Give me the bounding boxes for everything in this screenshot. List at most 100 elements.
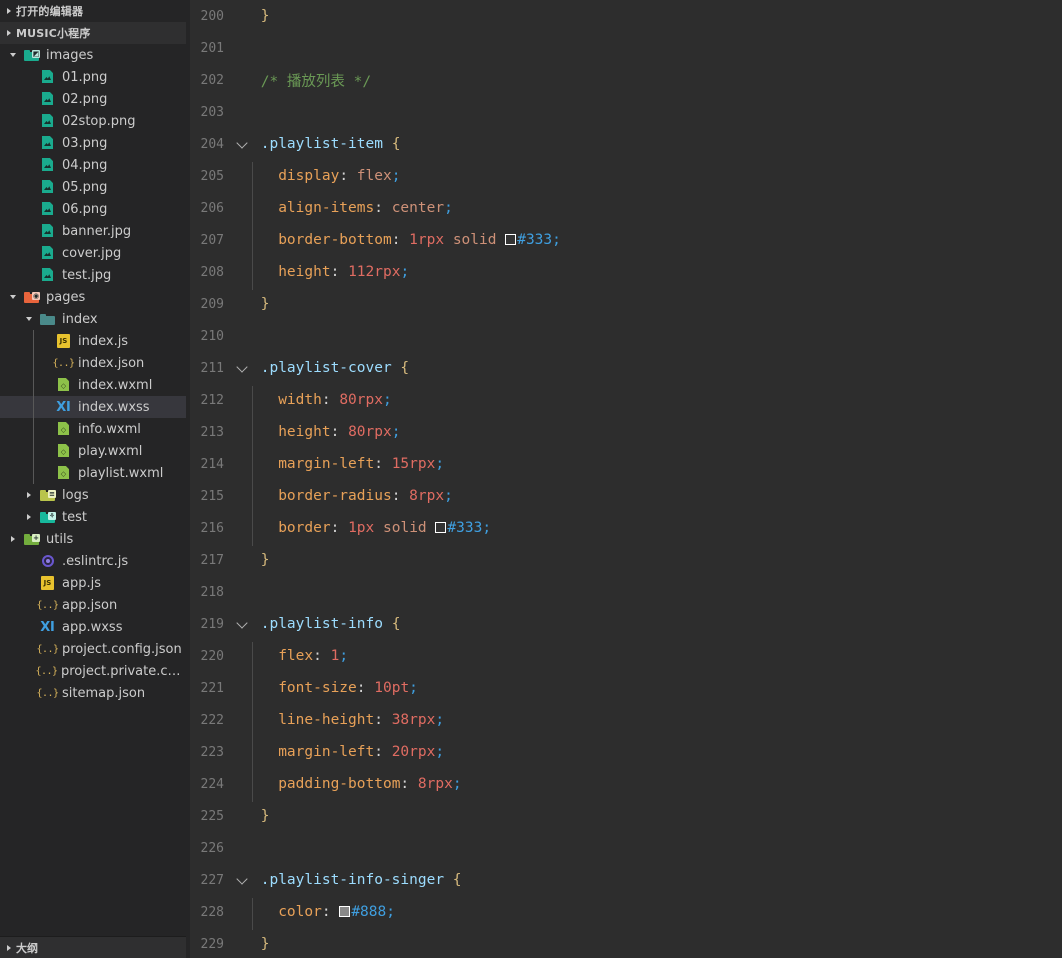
code-line[interactable]: 221 font-size: 10pt; [186, 672, 1062, 706]
code-content[interactable]: 200 } 201 202 /* 播放列表 */ 203 204 .playlist-i… [186, 0, 1062, 958]
code-text[interactable]: } [252, 936, 1062, 952]
tree-folder-pages[interactable]: ◉ pages [0, 286, 186, 308]
code-text[interactable]: border: 1px solid #333; [252, 514, 1062, 546]
code-line[interactable]: 212 width: 80rpx; [186, 384, 1062, 418]
code-text[interactable]: } [252, 8, 1062, 24]
code-line[interactable]: 203 [186, 96, 1062, 128]
chevron-right-icon[interactable] [4, 942, 16, 954]
code-line[interactable]: 225 } [186, 800, 1062, 832]
chevron-down-icon[interactable] [8, 291, 20, 303]
code-line[interactable]: 229 } [186, 928, 1062, 958]
open-editors-section-header[interactable]: 打开的编辑器 [0, 0, 186, 22]
project-section-header[interactable]: MUSIC小程序 [0, 22, 186, 44]
tree-folder-logs[interactable]: ≡ logs [0, 484, 186, 506]
tree-file-cover-jpg[interactable]: cover.jpg [0, 242, 186, 264]
code-line[interactable]: 217 } [186, 544, 1062, 576]
code-line[interactable]: 227 .playlist-info-singer { [186, 864, 1062, 896]
code-line[interactable]: 208 height: 112rpx; [186, 256, 1062, 290]
tree-file-project-private-config-js-[interactable]: {..}project.private.config.js… [0, 660, 186, 682]
outline-section-header[interactable]: 大纲 [0, 936, 186, 958]
tree-file-app-wxss[interactable]: Ⅺapp.wxss [0, 616, 186, 638]
code-line[interactable]: 218 [186, 576, 1062, 608]
tree-file-index-wxss[interactable]: Ⅺindex.wxss [0, 396, 186, 418]
code-line[interactable]: 202 /* 播放列表 */ [186, 64, 1062, 96]
tree-folder-utils[interactable]: + utils [0, 528, 186, 550]
code-line[interactable]: 220 flex: 1; [186, 640, 1062, 674]
fold-chevron-down-icon[interactable] [234, 608, 252, 640]
code-line[interactable]: 224 padding-bottom: 8rpx; [186, 768, 1062, 802]
code-text[interactable]: width: 80rpx; [252, 386, 1062, 418]
tree-file--eslintrc-js[interactable]: .eslintrc.js [0, 550, 186, 572]
code-text[interactable]: margin-left: 15rpx; [252, 450, 1062, 482]
tree-file-info-wxml[interactable]: ◇ info.wxml [0, 418, 186, 440]
code-line[interactable]: 226 [186, 832, 1062, 864]
tree-file-02stop-png[interactable]: 02stop.png [0, 110, 186, 132]
color-swatch[interactable] [339, 906, 351, 917]
tree-folder-images[interactable]: ◩ images [0, 44, 186, 66]
chevron-right-icon[interactable] [24, 489, 36, 501]
code-text[interactable]: font-size: 10pt; [252, 674, 1062, 706]
fold-chevron-down-icon[interactable] [234, 864, 252, 896]
code-editor[interactable]: 200 } 201 202 /* 播放列表 */ 203 204 .playlist-i… [186, 0, 1062, 958]
code-text[interactable]: .playlist-item { [252, 136, 1062, 152]
code-line[interactable]: 200 } [186, 0, 1062, 32]
code-text[interactable]: } [252, 808, 1062, 824]
tree-file-test-jpg[interactable]: test.jpg [0, 264, 186, 286]
color-swatch[interactable] [435, 522, 447, 533]
tree-file-app-json[interactable]: {..} app.json [0, 594, 186, 616]
code-text[interactable]: .playlist-info-singer { [252, 872, 1062, 888]
code-line[interactable]: 213 height: 80rpx; [186, 416, 1062, 450]
fold-chevron-down-icon[interactable] [234, 352, 252, 384]
code-line[interactable]: 223 margin-left: 20rpx; [186, 736, 1062, 770]
tree-file-sitemap-json[interactable]: {..} sitemap.json [0, 682, 186, 704]
chevron-right-icon[interactable] [4, 27, 16, 39]
code-text[interactable]: height: 112rpx; [252, 258, 1062, 290]
tree-file-project-config-json[interactable]: {..} project.config.json [0, 638, 186, 660]
tree-file-app-js[interactable]: JS app.js [0, 572, 186, 594]
tree-file-index-wxml[interactable]: ◇ index.wxml [0, 374, 186, 396]
code-text[interactable]: flex: 1; [252, 642, 1062, 674]
code-line[interactable]: 228 color: #888; [186, 896, 1062, 930]
tree-file-banner-jpg[interactable]: banner.jpg [0, 220, 186, 242]
chevron-down-icon[interactable] [24, 313, 36, 325]
code-text[interactable]: .playlist-cover { [252, 360, 1062, 376]
tree-file-06-png[interactable]: 06.png [0, 198, 186, 220]
fold-chevron-down-icon[interactable] [234, 128, 252, 160]
tree-folder-test[interactable]: ⚘ test [0, 506, 186, 528]
code-text[interactable]: padding-bottom: 8rpx; [252, 770, 1062, 802]
code-line[interactable]: 201 [186, 32, 1062, 64]
tree-file-playlist-wxml[interactable]: ◇ playlist.wxml [0, 462, 186, 484]
tree-file-01-png[interactable]: 01.png [0, 66, 186, 88]
code-line[interactable]: 215 border-radius: 8rpx; [186, 480, 1062, 514]
tree-file-03-png[interactable]: 03.png [0, 132, 186, 154]
code-text[interactable]: .playlist-info { [252, 616, 1062, 632]
tree-file-05-png[interactable]: 05.png [0, 176, 186, 198]
code-text[interactable]: height: 80rpx; [252, 418, 1062, 450]
tree-file-02-png[interactable]: 02.png [0, 88, 186, 110]
chevron-right-icon[interactable] [8, 533, 20, 545]
chevron-right-icon[interactable] [4, 5, 16, 17]
code-text[interactable]: align-items: center; [252, 194, 1062, 226]
code-text[interactable]: color: #888; [252, 898, 1062, 930]
code-text[interactable]: /* 播放列表 */ [252, 70, 1062, 91]
code-text[interactable]: } [252, 552, 1062, 568]
color-swatch[interactable] [505, 234, 517, 245]
code-line[interactable]: 207 border-bottom: 1rpx solid #333; [186, 224, 1062, 258]
code-text[interactable]: border-bottom: 1rpx solid #333; [252, 226, 1062, 258]
tree-file-index-js[interactable]: JS index.js [0, 330, 186, 352]
tree-folder-index[interactable]: index [0, 308, 186, 330]
code-text[interactable]: border-radius: 8rpx; [252, 482, 1062, 514]
code-line[interactable]: 219 .playlist-info { [186, 608, 1062, 640]
code-text[interactable]: } [252, 296, 1062, 312]
code-line[interactable]: 210 [186, 320, 1062, 352]
code-line[interactable]: 214 margin-left: 15rpx; [186, 448, 1062, 482]
chevron-down-icon[interactable] [8, 49, 20, 61]
code-text[interactable]: line-height: 38rpx; [252, 706, 1062, 738]
code-text[interactable]: margin-left: 20rpx; [252, 738, 1062, 770]
code-line[interactable]: 204 .playlist-item { [186, 128, 1062, 160]
code-line[interactable]: 222 line-height: 38rpx; [186, 704, 1062, 738]
code-line[interactable]: 216 border: 1px solid #333; [186, 512, 1062, 546]
chevron-right-icon[interactable] [24, 511, 36, 523]
code-text[interactable]: display: flex; [252, 162, 1062, 194]
code-line[interactable]: 205 display: flex; [186, 160, 1062, 194]
